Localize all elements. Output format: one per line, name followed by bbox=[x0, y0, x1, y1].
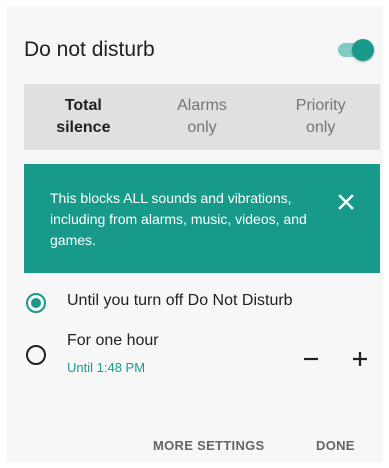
dnd-dialog: Do not disturb Total silence Alarms only… bbox=[6, 6, 383, 462]
close-icon[interactable] bbox=[336, 192, 356, 212]
option-one-hour-until: Until 1:48 PM bbox=[67, 360, 146, 375]
plus-icon[interactable] bbox=[347, 346, 373, 372]
mode-alarms-only[interactable]: Alarms only bbox=[143, 84, 262, 150]
toggle-thumb bbox=[352, 39, 374, 61]
banner-text: This blocks ALL sounds and vibrations, i… bbox=[50, 190, 307, 248]
option-one-hour-label: For one hour bbox=[67, 332, 159, 349]
mode-priority-only[interactable]: Priority only bbox=[261, 84, 380, 150]
more-settings-button[interactable]: MORE SETTINGS bbox=[153, 438, 265, 453]
radio-one-hour[interactable] bbox=[26, 345, 46, 365]
dialog-title: Do not disturb bbox=[24, 38, 155, 61]
mode-selector: Total silence Alarms only Priority only bbox=[24, 84, 380, 150]
done-button[interactable]: DONE bbox=[316, 438, 355, 453]
dnd-toggle[interactable] bbox=[338, 39, 374, 61]
minus-icon[interactable] bbox=[298, 346, 324, 372]
option-until-turn-off-label: Until you turn off Do Not Disturb bbox=[67, 292, 293, 309]
mode-total-silence[interactable]: Total silence bbox=[24, 84, 143, 150]
radio-until-turn-off[interactable] bbox=[26, 293, 46, 313]
info-banner: This blocks ALL sounds and vibrations, i… bbox=[24, 164, 380, 273]
